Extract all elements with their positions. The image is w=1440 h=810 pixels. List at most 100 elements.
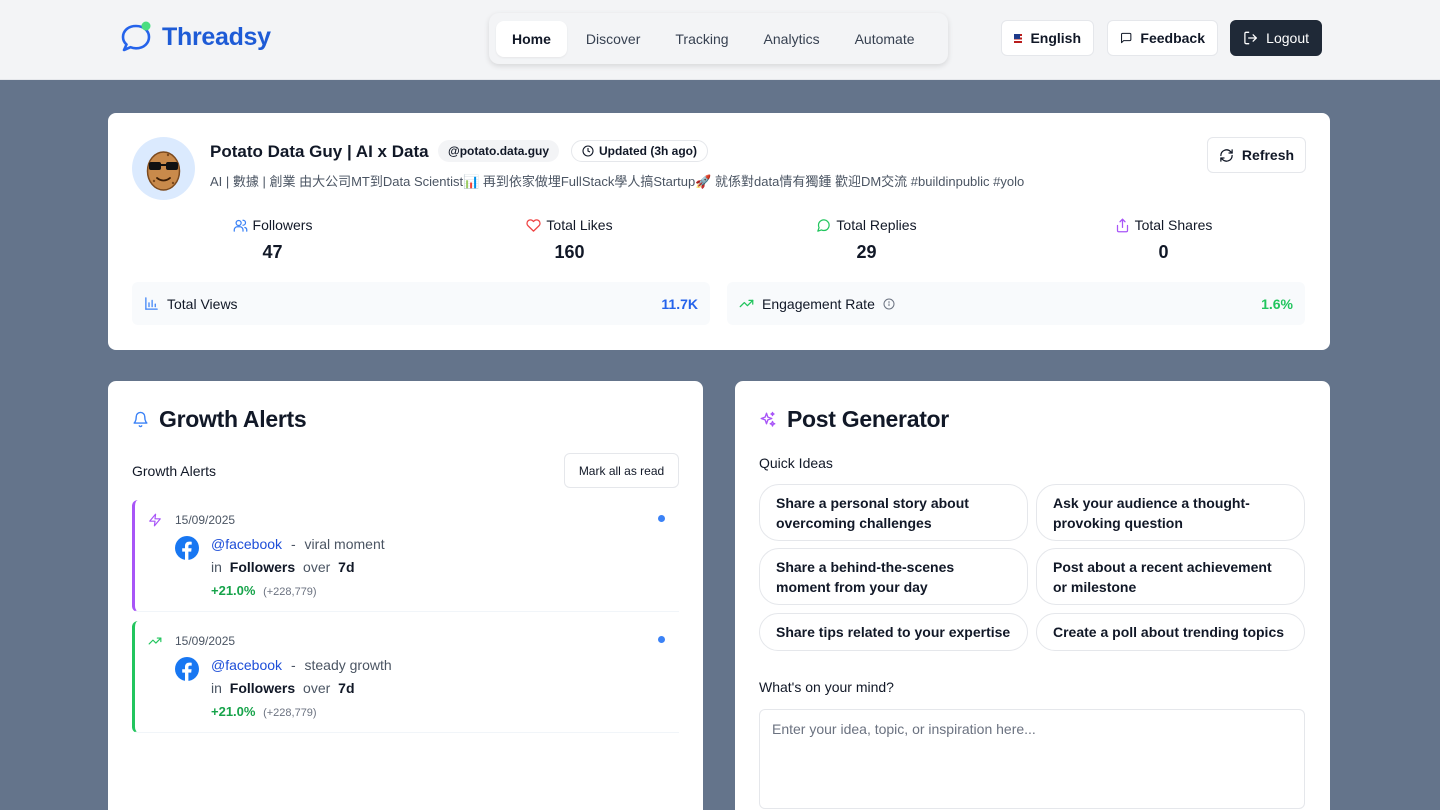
stat-total-shares: Total Shares 0 xyxy=(1015,217,1312,263)
profile-card: Potato Data Guy | AI x Data @potato.data… xyxy=(108,113,1330,350)
profile-handle[interactable]: @potato.data.guy xyxy=(438,140,560,162)
nav-home[interactable]: Home xyxy=(496,20,567,57)
message-circle-icon xyxy=(817,218,831,232)
post-generator-title: Post Generator xyxy=(759,406,949,433)
app-logo[interactable]: Threadsy xyxy=(120,20,271,54)
mark-all-read-button[interactable]: Mark all as read xyxy=(564,453,679,488)
profile-bio: AI | 數據 | 創業 由大公司MT到Data Scientist📊 再到依家… xyxy=(210,174,1025,189)
engagement-rate-label: Engagement Rate xyxy=(762,295,875,312)
profile-name: Potato Data Guy | AI x Data xyxy=(210,142,429,161)
quick-idea-chip[interactable]: Post about a recent achievement or miles… xyxy=(1036,548,1305,605)
engagement-rate-value: 1.6% xyxy=(1261,295,1293,312)
stat-value: 47 xyxy=(262,242,283,262)
stat-label: Total Shares xyxy=(1134,217,1213,233)
feedback-button[interactable]: Feedback xyxy=(1107,20,1218,56)
alert-change: +21.0% (+228,779) xyxy=(211,583,317,598)
stat-followers: Followers 47 xyxy=(124,217,421,263)
trending-up-icon xyxy=(739,299,754,308)
sparkles-icon xyxy=(760,411,776,427)
unread-dot xyxy=(658,636,665,643)
whats-on-your-mind-label: What's on your mind? xyxy=(759,679,894,695)
logout-icon xyxy=(1244,31,1257,45)
growth-alerts-card: Growth Alerts Growth Alerts Mark all as … xyxy=(108,381,703,810)
quick-idea-chip[interactable]: Create a poll about trending topics xyxy=(1036,613,1305,651)
alert-detail: in Followers over 7d xyxy=(211,680,355,696)
alert-percent: +21.0% xyxy=(211,583,256,598)
separator: - xyxy=(290,657,296,673)
feedback-label: Feedback xyxy=(1140,30,1205,46)
alert-absolute: (+228,779) xyxy=(263,707,317,719)
alert-in: in xyxy=(211,680,222,696)
alert-account-link[interactable]: @facebook xyxy=(211,536,282,552)
bell-icon xyxy=(133,411,148,428)
potato-avatar-icon xyxy=(146,151,181,191)
us-flag-icon xyxy=(1014,33,1023,43)
stat-label: Followers xyxy=(252,217,313,233)
post-generator-title-text: Post Generator xyxy=(787,406,949,432)
quick-idea-chip[interactable]: Ask your audience a thought-provoking qu… xyxy=(1036,484,1305,541)
unread-dot xyxy=(658,515,665,522)
alert-type: steady growth xyxy=(304,657,392,673)
language-button[interactable]: English xyxy=(1001,20,1094,56)
nav-automate[interactable]: Automate xyxy=(839,21,931,57)
refresh-icon xyxy=(1220,148,1233,162)
total-views-label: Total Views xyxy=(167,295,238,312)
alert-over: over xyxy=(303,680,331,696)
alert-in: in xyxy=(211,559,222,575)
total-views-metric: Total Views 11.7K xyxy=(132,282,710,325)
alert-summary: @facebook - viral moment xyxy=(211,536,385,552)
idea-input[interactable] xyxy=(759,709,1305,809)
alert-item[interactable]: 15/09/2025 @facebook - steady growth in … xyxy=(132,621,679,733)
alert-detail: in Followers over 7d xyxy=(211,559,355,575)
post-generator-card: Post Generator Quick Ideas Share a perso… xyxy=(735,381,1330,810)
alert-over: over xyxy=(303,559,331,575)
zap-icon xyxy=(149,513,161,527)
growth-alerts-title-text: Growth Alerts xyxy=(159,406,307,432)
total-views-value: 11.7K xyxy=(661,295,698,312)
stat-value: 160 xyxy=(554,242,585,262)
alert-type: viral moment xyxy=(304,536,385,552)
top-header: Threadsy Home Discover Tracking Analytic… xyxy=(0,0,1440,80)
alert-metric: Followers xyxy=(229,559,296,575)
logout-button[interactable]: Logout xyxy=(1230,20,1322,56)
growth-alerts-subtitle: Growth Alerts xyxy=(132,463,217,479)
nav-discover[interactable]: Discover xyxy=(570,21,656,57)
separator: - xyxy=(290,536,296,552)
facebook-icon xyxy=(175,657,199,681)
refresh-button[interactable]: Refresh xyxy=(1207,137,1306,173)
alert-percent: +21.0% xyxy=(211,704,256,719)
alert-absolute: (+228,779) xyxy=(263,586,317,598)
info-icon[interactable] xyxy=(883,298,895,310)
facebook-icon xyxy=(175,536,199,560)
alert-period: 7d xyxy=(338,559,355,575)
alert-account-link[interactable]: @facebook xyxy=(211,657,282,673)
share-icon xyxy=(1116,218,1128,232)
engagement-rate-metric: Engagement Rate 1.6% xyxy=(727,282,1305,325)
quick-ideas-label: Quick Ideas xyxy=(759,455,833,471)
alert-item[interactable]: 15/09/2025 @facebook - viral moment in F… xyxy=(132,500,679,612)
stat-total-replies: Total Replies 29 xyxy=(718,217,1015,263)
logout-label: Logout xyxy=(1266,30,1309,46)
stat-value: 29 xyxy=(856,242,877,262)
app-name: Threadsy xyxy=(162,22,271,51)
chat-bubble-logo-icon xyxy=(121,21,151,52)
updated-label: Updated (3h ago) xyxy=(599,144,697,158)
language-label: English xyxy=(1030,30,1081,46)
nav-tracking[interactable]: Tracking xyxy=(659,21,744,57)
alert-summary: @facebook - steady growth xyxy=(211,657,392,673)
quick-idea-chip[interactable]: Share a behind-the-scenes moment from yo… xyxy=(759,548,1028,605)
alert-change: +21.0% (+228,779) xyxy=(211,704,317,719)
alert-metric: Followers xyxy=(229,680,296,696)
nav-analytics[interactable]: Analytics xyxy=(748,21,836,57)
trending-up-icon xyxy=(148,637,162,645)
bar-chart-icon xyxy=(145,297,158,310)
updated-badge: Updated (3h ago) xyxy=(571,140,708,162)
stat-label: Total Likes xyxy=(546,217,613,233)
quick-idea-chip[interactable]: Share tips related to your expertise xyxy=(759,613,1028,651)
growth-alerts-title: Growth Alerts xyxy=(132,406,307,433)
quick-idea-chip[interactable]: Share a personal story about overcoming … xyxy=(759,484,1028,541)
users-icon xyxy=(233,219,247,232)
main-nav: Home Discover Tracking Analytics Automat… xyxy=(489,13,948,64)
avatar[interactable] xyxy=(132,137,195,200)
heart-icon xyxy=(526,218,542,232)
